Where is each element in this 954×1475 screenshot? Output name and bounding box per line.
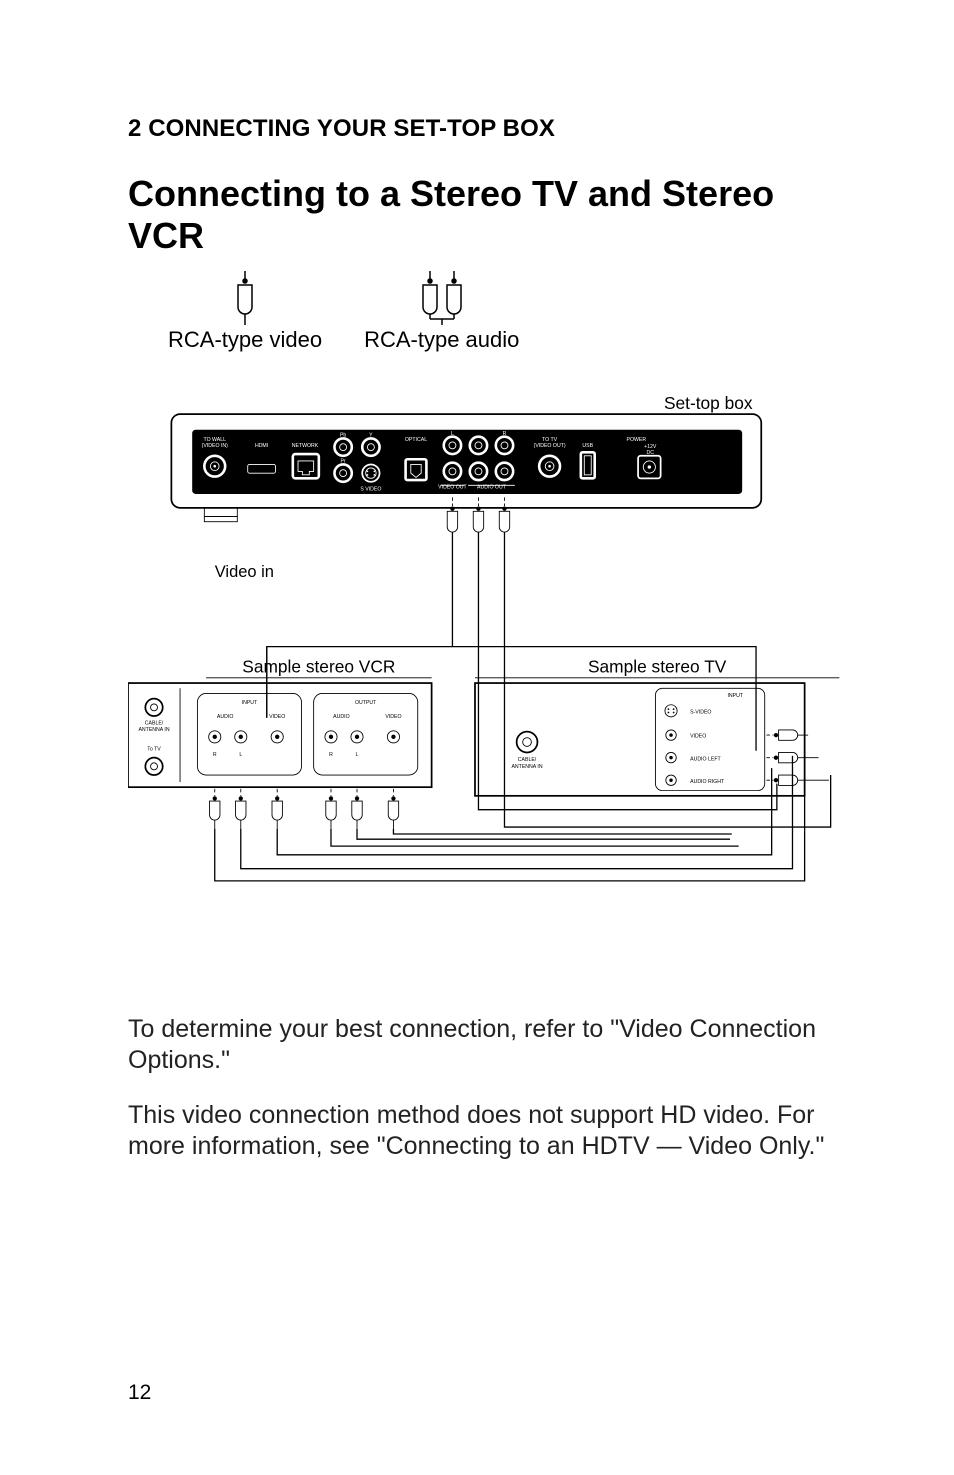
rca-audio-caption: RCA-type audio (364, 327, 519, 353)
svg-text:(VIDEO IN): (VIDEO IN) (202, 443, 228, 449)
paragraph-1: To determine your best connection, refer… (128, 1014, 849, 1076)
rca-double-icon (413, 271, 471, 325)
rca-plugs-under-vcr (210, 789, 399, 829)
page-number: 12 (128, 1381, 151, 1405)
wiring-diagram: Set-top box TO WALL (VIDEO IN) (128, 395, 849, 990)
svg-text:HDMI: HDMI (255, 443, 268, 449)
svg-text:USB: USB (582, 443, 593, 449)
svg-text:L: L (239, 752, 242, 758)
section-label: 2 CONNECTING YOUR SET-TOP BOX (128, 115, 849, 143)
svg-text:INPUT: INPUT (242, 700, 258, 706)
svg-text:+12V: +12V (644, 444, 657, 450)
tv-chassis: CABLE/ ANTENNA IN INPUT S-VIDEO VIDEO AU… (475, 683, 805, 796)
svg-text:INPUT: INPUT (727, 693, 743, 699)
rca-single-icon (228, 271, 262, 325)
svg-text:NETWORK: NETWORK (292, 443, 319, 449)
rca-plugs-into-tv (766, 730, 828, 786)
svg-text:POWER: POWER (627, 437, 647, 443)
svg-text:OUTPUT: OUTPUT (355, 700, 377, 706)
svg-text:To TV: To TV (147, 747, 161, 753)
svg-text:CABLE/: CABLE/ (145, 721, 164, 727)
svg-text:ANTENNA IN: ANTENNA IN (511, 764, 542, 770)
svg-text:AUDIO: AUDIO (333, 714, 349, 720)
svg-text:CABLE/: CABLE/ (518, 757, 537, 763)
svg-text:R: R (329, 752, 333, 758)
rca-audio-icon-group: RCA-type audio (364, 271, 519, 353)
svg-text:(VIDEO OUT): (VIDEO OUT) (534, 443, 566, 449)
paragraph-2: This video connection method does not su… (128, 1100, 849, 1162)
wiring-diagram-svg: Set-top box TO WALL (VIDEO IN) (128, 395, 848, 985)
rca-video-icon-group: RCA-type video (168, 271, 322, 353)
svg-text:S-VIDEO: S-VIDEO (690, 709, 711, 715)
stb-label: Set-top box (664, 395, 753, 413)
svg-text:AUDIO RIGHT: AUDIO RIGHT (690, 779, 725, 785)
svg-text:L: L (356, 752, 359, 758)
svg-text:R: R (213, 752, 217, 758)
rca-video-caption: RCA-type video (168, 327, 322, 353)
wires-stb-down (267, 532, 831, 827)
svg-text:TO TV: TO TV (542, 437, 558, 443)
svg-text:OPTICAL: OPTICAL (405, 437, 427, 443)
stb-chassis: TO WALL (VIDEO IN) HDMI NETWORK Pb (171, 414, 761, 522)
svg-text:VIDEO: VIDEO (385, 714, 401, 720)
svg-text:S VIDEO: S VIDEO (360, 486, 381, 492)
tv-label: Sample stereo TV (588, 657, 727, 677)
svg-text:AUDIO: AUDIO (217, 714, 233, 720)
svg-text:AUDIO LEFT: AUDIO LEFT (690, 756, 721, 762)
wires-vcr-to-tv (215, 647, 805, 881)
vcr-label: Sample stereo VCR (242, 657, 395, 677)
video-in-label: Video in (215, 563, 274, 581)
vcr-chassis: CABLE/ ANTENNA IN To TV INPUT AUDIO VIDE… (128, 683, 432, 787)
svg-text:ANTENNA IN: ANTENNA IN (138, 727, 169, 733)
svg-text:VIDEO: VIDEO (690, 734, 706, 740)
svg-text:VIDEO: VIDEO (269, 714, 285, 720)
cable-type-row: RCA-type video (168, 271, 849, 353)
svg-text:TO WALL: TO WALL (203, 437, 226, 443)
page-title: Connecting to a Stereo TV and Stereo VCR (128, 173, 849, 257)
